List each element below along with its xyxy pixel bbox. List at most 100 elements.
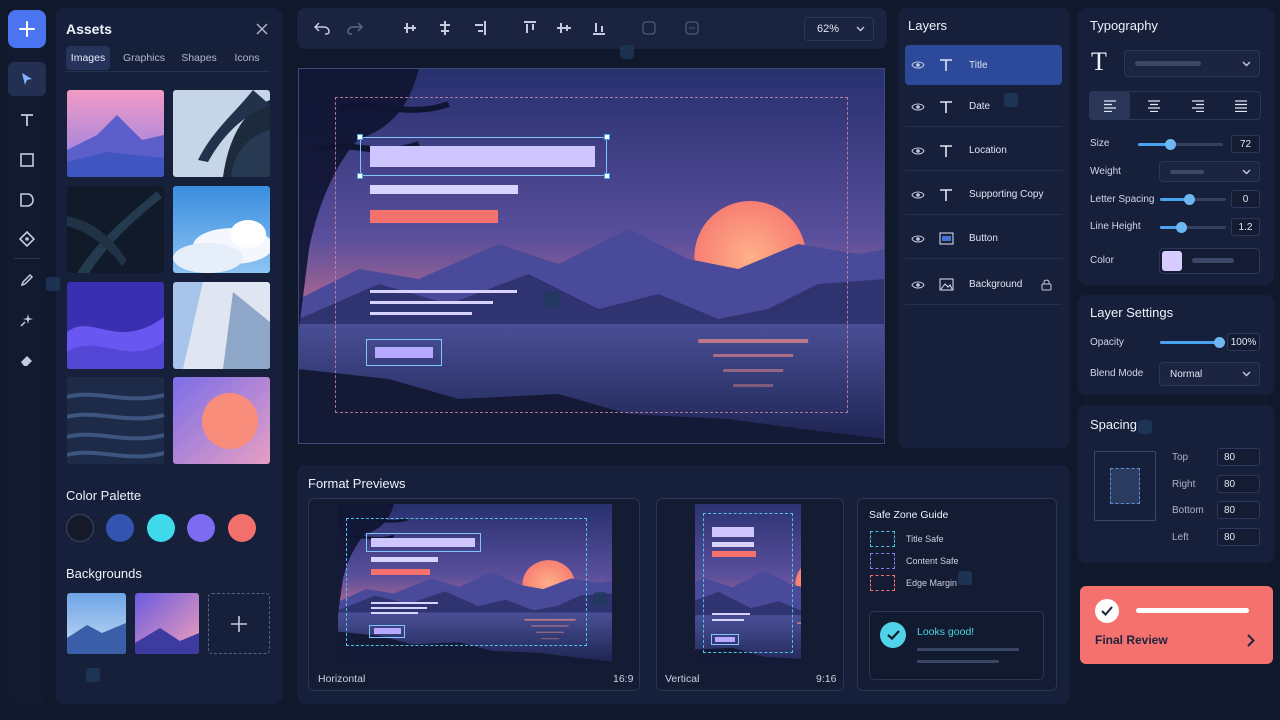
eraser-icon: [21, 356, 32, 366]
weight-dropdown[interactable]: [1159, 161, 1260, 182]
weight-placeholder: [1170, 169, 1204, 174]
resize-handle[interactable]: [357, 173, 363, 179]
vertical-label: Vertical: [665, 673, 700, 685]
location-placeholder[interactable]: [370, 210, 498, 223]
align-bottom-button[interactable]: [590, 19, 608, 37]
select-tool[interactable]: [8, 62, 46, 96]
final-review-label: Final Review: [1095, 633, 1168, 647]
eraser-tool[interactable]: [8, 343, 46, 377]
add-button[interactable]: [8, 10, 46, 48]
slider-knob[interactable]: [1213, 337, 1225, 348]
align-center-icon: [440, 21, 450, 35]
copy-line[interactable]: [370, 312, 472, 315]
text-tool[interactable]: [8, 103, 46, 137]
opacity-value[interactable]: 100%: [1227, 333, 1260, 351]
slider-knob[interactable]: [1175, 222, 1187, 233]
resize-handle[interactable]: [357, 134, 363, 140]
spacing-left-value[interactable]: 80: [1217, 528, 1260, 546]
tab-images[interactable]: Images: [66, 46, 110, 70]
line-height-value[interactable]: 1.2: [1231, 218, 1260, 236]
align-right-text-button[interactable]: [1178, 92, 1218, 119]
opacity-slider[interactable]: [1160, 337, 1225, 348]
button-placeholder[interactable]: [375, 347, 433, 358]
layer-supporting-copy[interactable]: Supporting Copy: [905, 175, 1062, 215]
align-center-icon: [1148, 99, 1160, 112]
image-thumb-architecture[interactable]: [173, 282, 270, 369]
image-thumb-mountain[interactable]: [67, 90, 164, 177]
align-left-button[interactable]: [401, 19, 419, 37]
slider-knob[interactable]: [1183, 194, 1195, 205]
letter-spacing-slider[interactable]: [1160, 194, 1226, 205]
layer-background[interactable]: Background: [905, 265, 1062, 305]
letter-spacing-value[interactable]: 0: [1231, 190, 1260, 208]
ghost-marker-icon: [593, 592, 607, 606]
sticky-shape-icon: [20, 193, 34, 207]
layer-button[interactable]: Button: [905, 219, 1062, 259]
shape-tool[interactable]: [8, 183, 46, 217]
swatch-blue[interactable]: [106, 514, 134, 542]
spacing-bottom-value[interactable]: 80: [1217, 501, 1260, 519]
undo-icon: [314, 22, 330, 35]
image-thumb-leaves[interactable]: [67, 186, 164, 273]
blend-mode-dropdown[interactable]: Normal: [1159, 362, 1260, 386]
final-review-button[interactable]: Final Review: [1080, 586, 1273, 664]
background-thumb-2[interactable]: [135, 593, 199, 654]
format-previews-title: Format Previews: [308, 476, 406, 491]
justify-text-button[interactable]: [1222, 92, 1260, 119]
image-thumb-plant[interactable]: [173, 90, 270, 177]
swatch-cyan[interactable]: [147, 514, 175, 542]
arrange-button[interactable]: [684, 20, 700, 36]
title-safe-label: Title Safe: [906, 534, 944, 544]
rectangle-tool[interactable]: [8, 143, 46, 177]
resize-handle[interactable]: [604, 134, 610, 140]
image-thumb-clouds[interactable]: [173, 186, 270, 273]
align-center-text-button[interactable]: [1134, 92, 1174, 119]
tab-graphics[interactable]: Graphics: [120, 46, 168, 70]
swatch-purple[interactable]: [187, 514, 215, 542]
tabs-divider: [66, 71, 270, 72]
check-circle-icon: [880, 622, 906, 648]
swatch-coral[interactable]: [228, 514, 256, 542]
pen-tool[interactable]: [8, 263, 46, 297]
align-left-text-button[interactable]: [1090, 92, 1130, 119]
align-right-button[interactable]: [471, 19, 489, 37]
image-thumb-sun[interactable]: [173, 377, 270, 464]
align-middle-button[interactable]: [555, 19, 573, 37]
blue-mountain-image: [67, 593, 126, 654]
line-height-slider[interactable]: [1160, 222, 1226, 233]
font-family-dropdown[interactable]: [1124, 50, 1260, 77]
size-slider[interactable]: [1138, 139, 1223, 150]
close-assets-button[interactable]: [254, 21, 270, 37]
layer-title[interactable]: Title: [905, 45, 1062, 85]
diamond-icon: [19, 231, 35, 247]
align-top-button[interactable]: [521, 19, 539, 37]
spacing-right-value[interactable]: 80: [1217, 475, 1260, 493]
component-tool[interactable]: [8, 222, 46, 256]
resize-handle[interactable]: [604, 173, 610, 179]
swatch-black[interactable]: [66, 514, 94, 542]
distribute-button[interactable]: [641, 20, 657, 36]
copy-line[interactable]: [370, 301, 493, 304]
zoom-dropdown[interactable]: 62%: [804, 17, 874, 41]
slider-knob[interactable]: [1164, 139, 1176, 150]
magic-tool[interactable]: [8, 303, 46, 337]
title-placeholder[interactable]: [370, 146, 595, 167]
date-placeholder[interactable]: [370, 185, 518, 194]
size-value[interactable]: 72: [1231, 135, 1260, 153]
spacing-top-value[interactable]: 80: [1217, 448, 1260, 466]
eye-icon: [911, 147, 925, 154]
image-thumb-ocean[interactable]: [67, 377, 164, 464]
copy-line[interactable]: [370, 290, 517, 293]
tab-icons[interactable]: Icons: [230, 46, 264, 70]
layer-location[interactable]: Location: [905, 131, 1062, 171]
undo-button[interactable]: [313, 19, 331, 37]
color-swatch[interactable]: [1162, 251, 1182, 271]
align-center-button[interactable]: [436, 19, 454, 37]
layer-date[interactable]: Date: [905, 87, 1062, 127]
image-thumb-wave[interactable]: [67, 282, 164, 369]
tab-shapes[interactable]: Shapes: [178, 46, 220, 70]
add-background-button[interactable]: [208, 593, 270, 654]
redo-button[interactable]: [346, 19, 364, 37]
ocean-image: [67, 377, 164, 464]
background-thumb-1[interactable]: [67, 593, 126, 654]
